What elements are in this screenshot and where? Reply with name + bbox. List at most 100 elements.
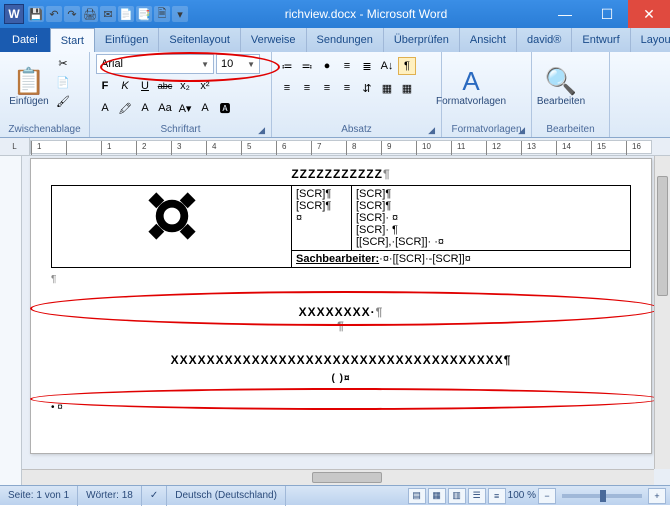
zoom-label[interactable]: 100 %	[508, 490, 536, 501]
zoom-in-button[interactable]: +	[648, 488, 666, 504]
status-language[interactable]: Deutsch (Deutschland)	[167, 486, 286, 506]
vertical-scrollbar[interactable]	[654, 156, 670, 469]
group-paragraph-label: Absatz◢	[278, 123, 435, 137]
shading-button[interactable]: ▦	[378, 79, 396, 97]
zoom-out-button[interactable]: −	[538, 488, 556, 504]
close-button[interactable]: ✕	[628, 0, 670, 28]
group-editing: 🔍 Bearbeiten Bearbeiten	[532, 52, 610, 137]
font-size-combo[interactable]: 10 ▼	[216, 54, 260, 74]
tab-start[interactable]: Start	[50, 28, 95, 52]
ribbon-tabs: Datei Start Einfügen Seitenlayout Verwei…	[0, 28, 670, 52]
styles-button[interactable]: A Formatvorlagen	[448, 54, 494, 120]
decrease-indent-button[interactable]: ≡	[338, 57, 356, 75]
view-reading-button[interactable]: ▦	[428, 488, 446, 504]
tab-ueberpruefen[interactable]: Überprüfen	[384, 28, 460, 52]
view-print-layout-button[interactable]: ▤	[408, 488, 426, 504]
font-color-button[interactable]: A	[136, 99, 154, 117]
scr-line: [SCR]¶	[356, 200, 626, 212]
status-proofing[interactable]: ✓	[142, 486, 167, 506]
cut-button[interactable]: ✂	[54, 54, 72, 72]
tab-entwurf[interactable]: Entwurf	[572, 28, 630, 52]
window-controls: — ☐ ✕	[544, 0, 670, 28]
borders-button[interactable]: ▦	[398, 79, 416, 97]
qat-more-icon[interactable]: ▾	[172, 6, 188, 22]
tab-sendungen[interactable]: Sendungen	[307, 28, 384, 52]
scrollbar-thumb[interactable]	[312, 472, 382, 483]
italic-button[interactable]: K	[116, 77, 134, 95]
group-clipboard-label: Zwischenablage	[6, 123, 83, 137]
document-page[interactable]: ZZZZZZZZZZZ¶ [SCR]¶ [SCR]¶ ¤	[30, 158, 652, 454]
scr-line: [SCR]¶	[296, 188, 347, 200]
view-outline-button[interactable]: ☰	[468, 488, 486, 504]
copy-button[interactable]: 📄	[54, 73, 72, 91]
scrollbar-thumb[interactable]	[657, 176, 668, 296]
styles-dialog-launcher[interactable]: ◢	[518, 125, 525, 136]
qat-save-icon[interactable]: 💾	[28, 6, 44, 22]
qat-print-icon[interactable]: 🖨	[82, 6, 98, 22]
qat-page-icon[interactable]: 🗎	[154, 6, 170, 22]
status-page[interactable]: Seite: 1 von 1	[0, 486, 78, 506]
show-marks-button[interactable]: ¶	[398, 57, 416, 75]
paste-button[interactable]: 📋 Einfügen	[6, 54, 52, 120]
maximize-button[interactable]: ☐	[586, 0, 628, 28]
zoom-slider-knob[interactable]	[600, 490, 606, 502]
qat-undo-icon[interactable]: ↶	[46, 6, 62, 22]
shrink-font-button[interactable]: A	[196, 99, 214, 117]
subscript-button[interactable]: x₂	[176, 77, 194, 95]
chevron-down-icon[interactable]: ▼	[201, 60, 209, 69]
highlight-button[interactable]: 🖍	[116, 99, 134, 117]
change-case-button[interactable]: Aa	[156, 99, 174, 117]
horizontal-scrollbar[interactable]	[22, 469, 654, 485]
qat-mail-icon[interactable]: ✉	[100, 6, 116, 22]
status-bar: Seite: 1 von 1 Wörter: 18 ✓ Deutsch (Deu…	[0, 485, 670, 505]
tab-david[interactable]: david®	[517, 28, 572, 52]
numbering-button[interactable]: ≕	[298, 57, 316, 75]
clear-format-button[interactable]: 🅰	[216, 99, 234, 117]
bullets-button[interactable]: ≔	[278, 57, 296, 75]
align-left-button[interactable]: ≡	[278, 79, 296, 97]
qat-doc-icon[interactable]: 📄	[118, 6, 134, 22]
find-icon: 🔍	[545, 66, 577, 97]
scr-line: [SCR]· ¶	[356, 224, 626, 236]
tab-ansicht[interactable]: Ansicht	[460, 28, 517, 52]
editing-label: Bearbeiten	[537, 97, 585, 108]
qat-redo-icon[interactable]: ↷	[64, 6, 80, 22]
superscript-button[interactable]: x²	[196, 77, 214, 95]
qat-docs-icon[interactable]: 📑	[136, 6, 152, 22]
tab-verweise[interactable]: Verweise	[241, 28, 307, 52]
underline-button[interactable]: U	[136, 77, 154, 95]
font-dialog-launcher[interactable]: ◢	[258, 125, 265, 136]
logo-cell	[52, 186, 292, 268]
minimize-button[interactable]: —	[544, 0, 586, 28]
vertical-ruler[interactable]	[0, 156, 22, 485]
justify-button[interactable]: ≡	[338, 79, 356, 97]
scr-cell-right: [SCR]¶ [SCR]¶ [SCR]· ¤ [SCR]· ¶ [[SCR],·…	[352, 186, 631, 251]
editing-button[interactable]: 🔍 Bearbeiten	[538, 54, 584, 120]
zoom-slider[interactable]	[562, 494, 642, 498]
view-draft-button[interactable]: ≡	[488, 488, 506, 504]
horizontal-ruler[interactable]: 112345678910111213141516	[30, 140, 652, 154]
multilevel-button[interactable]: ⦁	[318, 57, 336, 75]
align-center-button[interactable]: ≡	[298, 79, 316, 97]
paragraph-dialog-launcher[interactable]: ◢	[428, 125, 435, 136]
text-effect-button[interactable]: A	[96, 99, 114, 117]
paren-row: ( )¤	[51, 373, 631, 384]
status-words[interactable]: Wörter: 18	[78, 486, 142, 506]
sort-button[interactable]: A↓	[378, 57, 396, 75]
linespacing-button[interactable]: ⇵	[358, 79, 376, 97]
strike-button[interactable]: abc	[156, 77, 174, 95]
tab-file[interactable]: Datei	[0, 28, 50, 52]
currency-generic-icon	[144, 188, 200, 244]
bold-button[interactable]: F	[96, 77, 114, 95]
font-name-combo[interactable]: Arial ▼	[96, 54, 214, 74]
bullet-row: • ¤	[51, 402, 631, 413]
format-painter-button[interactable]: 🖌	[54, 92, 72, 110]
tab-seitenlayout[interactable]: Seitenlayout	[159, 28, 241, 52]
tab-einfuegen[interactable]: Einfügen	[95, 28, 159, 52]
view-web-button[interactable]: ▥	[448, 488, 466, 504]
tab-layout[interactable]: Layout	[631, 28, 670, 52]
increase-indent-button[interactable]: ≣	[358, 57, 376, 75]
align-right-button[interactable]: ≡	[318, 79, 336, 97]
grow-font-button[interactable]: A▾	[176, 99, 194, 117]
chevron-down-icon[interactable]: ▼	[247, 60, 255, 69]
